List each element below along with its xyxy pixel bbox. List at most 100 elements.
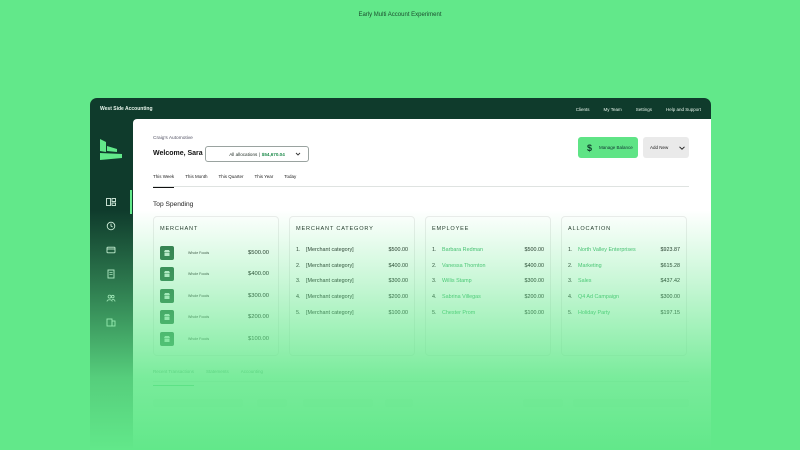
employee-name[interactable]: Barbara Redman [442,247,525,253]
rank: 4. [568,294,573,301]
rank: 4. [296,294,301,301]
allocation-name[interactable]: Q4 Ad Campaign [578,294,661,300]
employee-name[interactable]: Vanessa Thornton [442,263,525,269]
employee-amount: $300.00 [524,278,545,285]
list-item[interactable]: 4. Sabrina Villegas $200.00 [432,289,544,305]
employee-name[interactable]: Sabrina Villegas [442,294,525,300]
card-title: MERCHANT CATEGORY [296,226,374,232]
list-item[interactable]: Whole Foods $300.00 [160,285,272,307]
period-tabs: This Week This Month This Quarter This Y… [153,173,689,188]
tab-recent-transactions[interactable]: Recent Transactions [153,369,195,386]
manage-balance-label: Manage Balance [599,145,633,150]
manage-balance-button[interactable]: $ Manage Balance [578,137,638,158]
sidebar [90,120,132,450]
tab-this-month[interactable]: This Month [185,173,207,187]
list-item[interactable]: 3. Sales $437.42 [568,274,680,290]
list-item[interactable]: 1. North Valley Enterprises $923.87 [568,242,680,258]
sidebar-item-dashboard[interactable] [90,190,132,214]
page-caption: Early Multi Account Experiment [358,12,442,18]
company-name: Craig's Automotive [153,136,193,141]
users-icon [106,294,116,302]
list-item[interactable]: 5. Chester Prom $100.00 [432,305,544,321]
sidebar-item-team[interactable] [90,286,132,310]
tab-statements[interactable]: Statements [206,369,229,381]
dollar-icon: $ [587,142,593,153]
category-amount: $400.00 [388,262,409,269]
allocations-dropdown[interactable]: All allocations | $54,670.04 [205,146,309,162]
rank: 5. [296,310,301,317]
building-icon [106,318,116,327]
nav-my-team[interactable]: My Team [604,107,622,112]
tab-this-week[interactable]: This Week [153,173,175,188]
welcome-heading: Welcome, Sara [153,150,203,157]
chevron-down-icon [679,145,686,150]
top-spending-cards: MERCHANT Whole Foods $500.00 Whole Foods… [153,216,689,356]
dashboard-icon [106,198,116,206]
employee-name[interactable]: Willis Stamp [442,278,525,284]
list-item[interactable]: 2. Vanessa Thornton $400.00 [432,258,544,274]
allocation-name[interactable]: Sales [578,278,661,284]
sidebar-item-accounts[interactable] [90,310,132,334]
add-new-button[interactable]: Add New [643,137,689,158]
store-icon [160,331,174,346]
store-icon [160,245,174,260]
rank: 3. [432,278,437,285]
allocation-name[interactable]: Holiday Party [578,310,661,316]
merchant-amount: $200.00 [248,314,269,321]
search-input[interactable] [153,399,243,407]
sidebar-item-receipts[interactable] [90,262,132,286]
list-item[interactable]: 2. Marketing $615.28 [568,258,680,274]
sidebar-item-activity[interactable] [90,214,132,238]
nav-clients[interactable]: Clients [576,107,590,112]
list-item[interactable]: 1. [Merchant category] $500.00 [296,242,408,258]
transactions-toolbar [153,395,689,411]
tab-accounting[interactable]: Accounting [241,369,263,381]
list-item[interactable]: 5. Holiday Party $197.15 [568,305,680,321]
rows-per-page[interactable] [523,399,563,407]
employee-name[interactable]: Chester Prom [442,310,525,316]
allocation-amount: $437.42 [660,278,681,285]
employee-amount: $100.00 [524,310,545,317]
nav-settings[interactable]: Settings [636,107,652,112]
list-item[interactable]: Whole Foods $200.00 [160,307,272,329]
filter-dropdown[interactable] [303,399,373,407]
rank: 1. [568,246,573,253]
list-item[interactable]: Whole Foods $400.00 [160,264,272,286]
category-name: [Merchant category] [306,278,354,285]
merchant-amount: $400.00 [248,271,269,278]
rank: 1. [432,246,437,253]
pagination[interactable] [573,399,689,407]
list-item[interactable]: 4. Q4 Ad Campaign $300.00 [568,289,680,305]
sidebar-item-cards[interactable] [90,238,132,262]
card-icon [106,246,116,254]
date-filter[interactable] [257,399,287,407]
employee-amount: $200.00 [524,294,545,301]
allocation-card: ALLOCATION 1. North Valley Enterprises $92… [561,216,687,356]
list-item[interactable]: 2. [Merchant category] $400.00 [296,258,408,274]
list-item[interactable]: 1. Barbara Redman $500.00 [432,242,544,258]
store-icon [160,267,174,282]
merchant-name: Whole Foods [188,272,210,277]
merchant-category-card: MERCHANT CATEGORY 1. [Merchant category] $… [289,216,415,356]
allocation-name[interactable]: Marketing [578,263,661,269]
tab-today[interactable]: Today [284,173,296,187]
list-item[interactable]: 3. [Merchant category] $300.00 [296,274,408,290]
export-button[interactable] [385,399,413,407]
list-item[interactable]: Whole Foods $500.00 [160,242,272,264]
merchant-name: Whole Foods [188,336,210,341]
rank: 5. [432,310,437,317]
list-item[interactable]: 3. Willis Stamp $300.00 [432,274,544,290]
allocation-name[interactable]: North Valley Enterprises [578,247,661,253]
allocation-amount: $923.87 [660,246,681,253]
brand-name: West Side Accounting [100,106,153,112]
category-name: [Merchant category] [306,262,354,269]
list-item[interactable]: Whole Foods $100.00 [160,328,272,350]
rank: 2. [568,262,573,269]
list-item[interactable]: 4. [Merchant category] $200.00 [296,289,408,305]
list-item[interactable]: 5. [Merchant category] $100.00 [296,305,408,321]
category-amount: $200.00 [388,294,409,301]
tab-this-year[interactable]: This Year [254,173,273,187]
tab-this-quarter[interactable]: This Quarter [218,173,243,187]
nav-help-support[interactable]: Help and Support [666,107,701,112]
merchant-amount: $300.00 [248,292,269,299]
